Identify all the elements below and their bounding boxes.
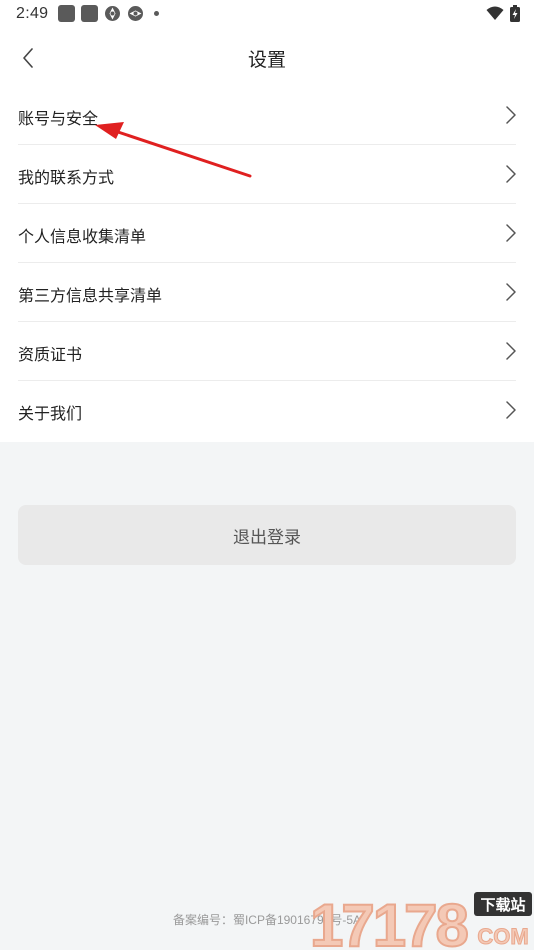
chevron-right-icon [506, 342, 516, 360]
settings-item-label: 个人信息收集清单 [18, 229, 147, 246]
icp-record-text: 备案编号：蜀ICP备19016799号-5A [172, 913, 362, 927]
chevron-right-icon [506, 106, 516, 124]
logout-button[interactable]: 退出登录 [18, 505, 516, 565]
settings-item-label: 我的联系方式 [18, 170, 115, 187]
settings-item-certificates[interactable]: 资质证书 [0, 322, 534, 381]
settings-item-label: 账号与安全 [18, 111, 99, 128]
settings-item-personal-info-list[interactable]: 个人信息收集清单 [0, 204, 534, 263]
nav-bar: 设置 [0, 30, 534, 86]
wifi-icon [486, 6, 504, 20]
settings-item-about-us[interactable]: 关于我们 [0, 381, 534, 440]
chevron-right-icon [506, 401, 516, 419]
page-title: 设置 [247, 50, 286, 71]
chevron-right-icon [506, 224, 516, 242]
status-bar: 2:49 [0, 0, 534, 30]
chevron-right-icon [506, 283, 516, 301]
settings-item-label: 第三方信息共享清单 [18, 288, 163, 305]
settings-list: 账号与安全 我的联系方式 个人信息收集清单 第三方信息共享清单 资质证书 关于我 [0, 86, 534, 440]
notification-square-icon [81, 5, 98, 22]
notification-square-icon [58, 5, 75, 22]
aperture-icon [128, 6, 143, 21]
settings-item-contact[interactable]: 我的联系方式 [0, 145, 534, 204]
more-dot-icon [154, 11, 159, 16]
battery-charging-icon [510, 5, 520, 22]
status-time: 2:49 [16, 5, 49, 22]
aperture-icon [105, 6, 120, 21]
chevron-right-icon [506, 165, 516, 183]
settings-item-label: 资质证书 [18, 347, 83, 364]
status-system-icons [486, 5, 520, 22]
settings-item-label: 关于我们 [18, 406, 83, 423]
settings-item-account-security[interactable]: 账号与安全 [0, 86, 534, 145]
status-notification-icons [58, 5, 159, 22]
settings-item-third-party-sharing[interactable]: 第三方信息共享清单 [0, 263, 534, 322]
